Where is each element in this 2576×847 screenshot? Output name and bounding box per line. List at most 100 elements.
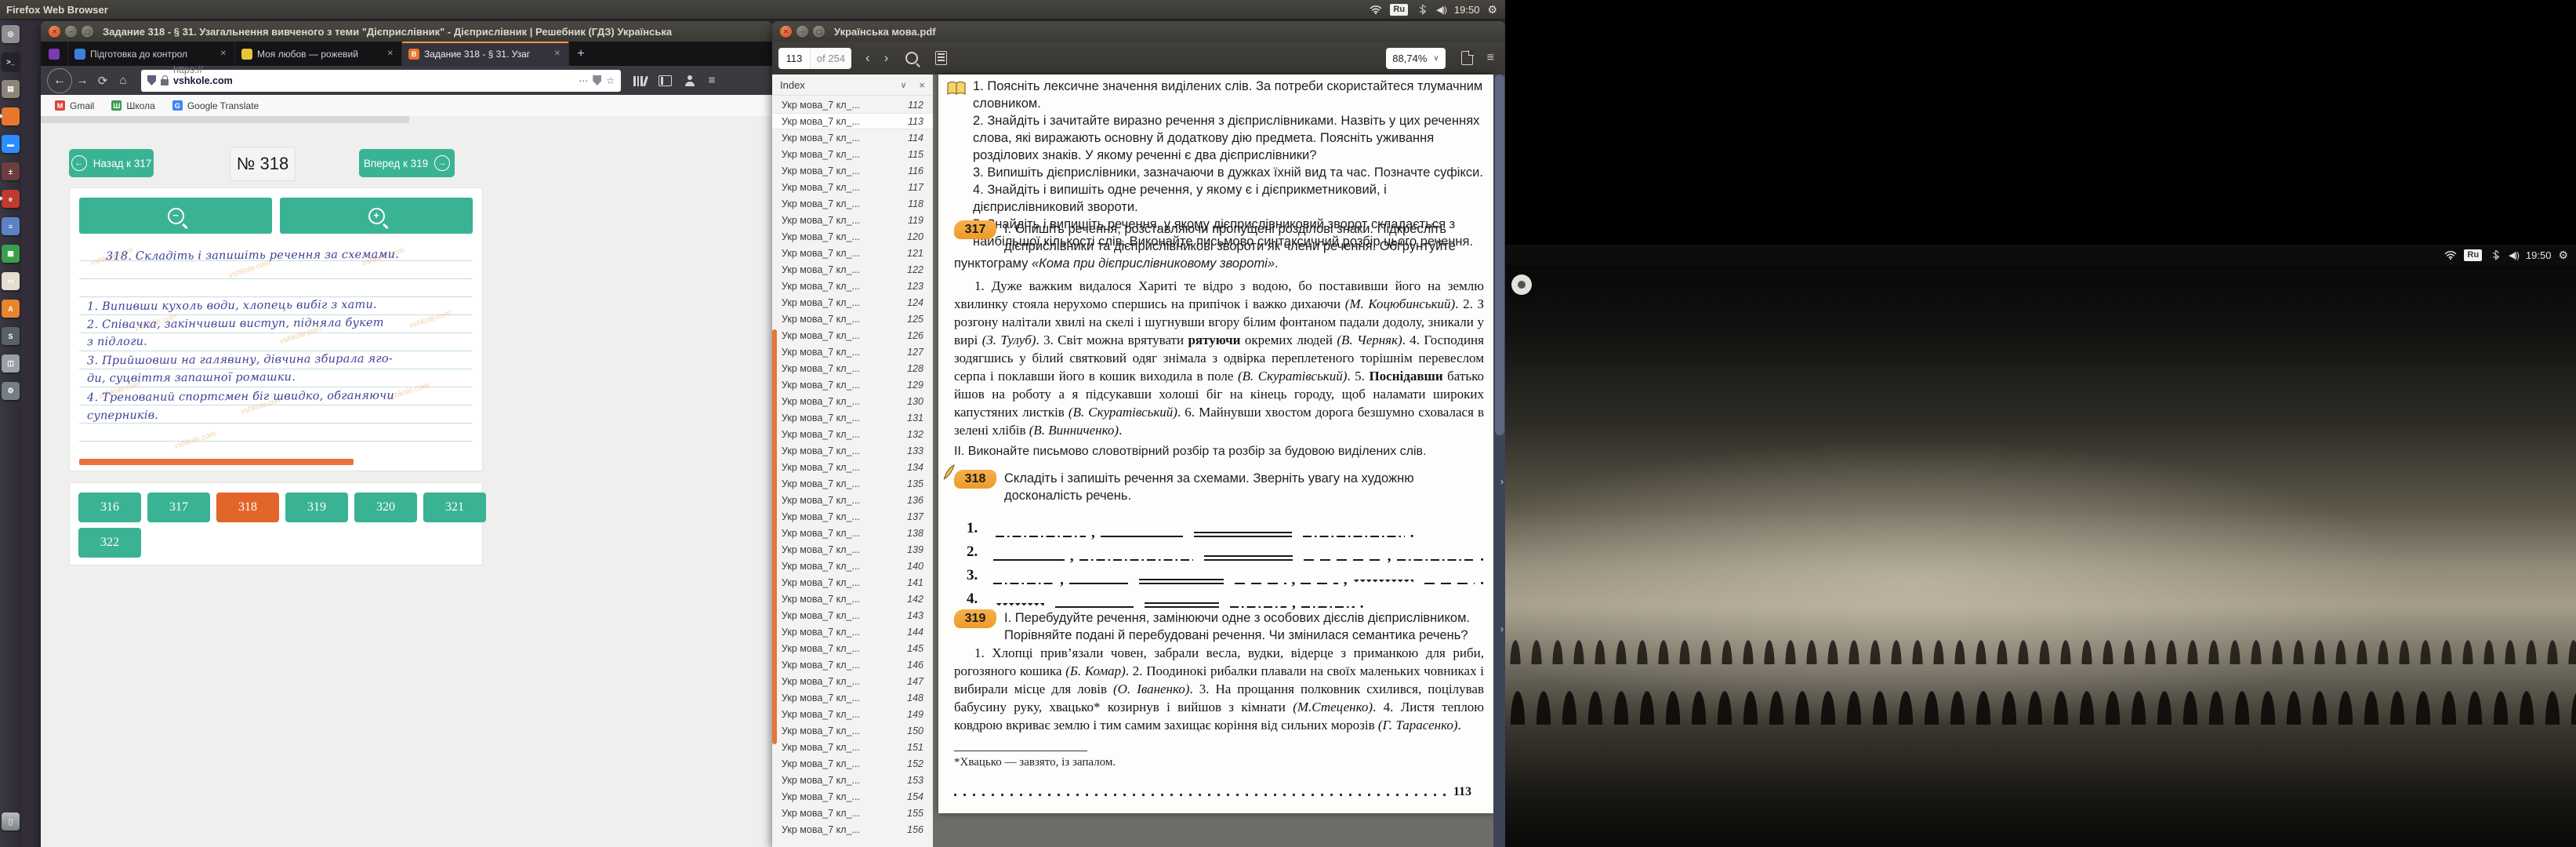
session-gear-icon[interactable]: ⚙ [1487,4,1497,15]
bookmark-item[interactable]: GGoogle Translate [172,100,259,111]
index-row[interactable]: Укр мова_7 кл_...127 [772,344,933,360]
task-page-button-320[interactable]: 320 [354,493,417,522]
sidebar-toggle-icon[interactable] [935,51,947,65]
index-row[interactable]: Укр мова_7 кл_...126 [772,327,933,344]
index-row[interactable]: Укр мова_7 кл_...154 [772,788,933,805]
presentation-doc-icon[interactable]: ▭ [2,272,20,290]
minimize-button[interactable]: – [796,26,808,38]
forward-icon[interactable]: → [72,74,93,87]
writer-doc-icon[interactable]: ≡ [2,217,20,235]
previous-page-icon[interactable]: ‹ [865,50,870,66]
index-row[interactable]: Укр мова_7 кл_...124 [772,294,933,311]
sidebar-toggle-icon[interactable] [659,75,672,86]
volume-icon[interactable]: ◀)) [2509,250,2519,260]
index-row[interactable]: Укр мова_7 кл_...134 [772,459,933,475]
index-row[interactable]: Укр мова_7 кл_...121 [772,245,933,261]
index-row[interactable]: Укр мова_7 кл_...118 [772,195,933,212]
task-page-button-316[interactable]: 316 [78,493,141,522]
index-row[interactable]: Укр мова_7 кл_...119 [772,212,933,228]
tweaks-icon[interactable]: ⚙ [2,382,20,400]
scroll-chevron-icon[interactable]: › [1500,476,1504,487]
menu-hamburger-icon[interactable]: ≡ [702,74,722,87]
prev-task-button[interactable]: ← Назад к 317 [69,149,154,177]
index-row[interactable]: Укр мова_7 кл_...129 [772,376,933,393]
index-row[interactable]: Укр мова_7 кл_...152 [772,755,933,772]
index-row[interactable]: Укр мова_7 кл_...144 [772,623,933,640]
volume-icon[interactable]: ◀)) [1436,5,1446,15]
firefox-titlebar[interactable]: ✕ – ▢ Задание 318 - § 31. Узагальнення в… [41,21,772,42]
sidebar-scrollbar[interactable] [772,329,777,744]
index-row[interactable]: Укр мова_7 кл_...147 [772,673,933,689]
maximize-button[interactable]: ▢ [813,26,825,38]
url-bar[interactable]: https://vshkole.com/7-klass/reshebniki/u… [141,70,621,92]
reload-icon[interactable]: ⟳ [93,74,113,88]
index-row[interactable]: Укр мова_7 кл_...151 [772,739,933,755]
document-viewer-icon[interactable]: e [2,190,20,208]
task-page-button-319[interactable]: 319 [285,493,348,522]
index-row[interactable]: Укр мова_7 кл_...125 [772,311,933,327]
index-row[interactable]: Укр мова_7 кл_...153 [772,772,933,788]
overflow-dots-icon[interactable]: ⋯ [579,75,588,86]
index-row[interactable]: Укр мова_7 кл_...128 [772,360,933,376]
index-row[interactable]: Укр мова_7 кл_...156 [772,821,933,838]
minimize-button[interactable]: – [65,26,77,38]
zoom-app-icon[interactable]: ▬ [2,135,20,153]
calculator-icon[interactable]: ± [2,162,20,180]
index-row[interactable]: Укр мова_7 кл_...136 [772,492,933,508]
index-row[interactable]: Укр мова_7 кл_...142 [772,591,933,607]
menu-hamburger-icon[interactable]: ≡ [1487,51,1494,65]
index-row[interactable]: Укр мова_7 кл_...132 [772,426,933,442]
image-progress-bar[interactable] [79,459,354,465]
chevron-down-icon[interactable]: ∨ [900,80,906,90]
pinned-tab[interactable] [41,42,68,66]
index-row[interactable]: Укр мова_7 кл_...150 [772,722,933,739]
index-row[interactable]: Укр мова_7 кл_...120 [772,228,933,245]
terminal-icon[interactable]: >_ [2,53,20,71]
index-row[interactable]: Укр мова_7 кл_...122 [772,261,933,278]
bluetooth-icon[interactable] [2489,249,2502,260]
index-row[interactable]: Укр мова_7 кл_...140 [772,558,933,574]
index-row[interactable]: Укр мова_7 кл_...138 [772,525,933,541]
task-page-button-322[interactable]: 322 [78,528,141,558]
index-row[interactable]: Укр мова_7 кл_...114 [772,129,933,146]
firefox-icon[interactable] [2,107,20,125]
index-row[interactable]: Укр мова_7 кл_...116 [772,162,933,179]
pdf-titlebar[interactable]: ✕ – ▢ Українська мова.pdf [772,21,1505,42]
maximize-button[interactable]: ▢ [82,26,93,38]
index-row[interactable]: Укр мова_7 кл_...146 [772,656,933,673]
wifi-icon[interactable] [2444,249,2457,260]
index-row[interactable]: Укр мова_7 кл_...148 [772,689,933,706]
bookmark-item[interactable]: ШШкола [111,100,154,111]
disks-icon[interactable]: ◫ [2,354,20,373]
bookmark-star-icon[interactable]: ☆ [606,75,615,86]
search-icon[interactable] [905,52,918,64]
index-row[interactable]: Укр мова_7 кл_...135 [772,475,933,492]
folder-orange-icon[interactable]: A [2,300,20,318]
index-row[interactable]: Укр мова_7 кл_...145 [772,640,933,656]
clock[interactable]: 19:50 [1454,4,1480,16]
close-button[interactable]: ✕ [780,26,792,38]
close-sidebar-icon[interactable]: × [919,79,925,91]
swirl-app-icon[interactable]: S [2,327,20,345]
index-row[interactable]: Укр мова_7 кл_...133 [772,442,933,459]
scrollbar-thumb[interactable] [1495,75,1504,435]
annotate-icon[interactable] [1461,51,1473,65]
permissions-shield-icon[interactable] [593,75,601,85]
index-row[interactable]: Укр мова_7 кл_...115 [772,146,933,162]
spreadsheet-icon[interactable]: ▦ [2,245,20,263]
files-icon[interactable]: ▤ [2,80,20,98]
tracking-shield-icon[interactable] [147,75,156,85]
index-row[interactable]: Укр мова_7 кл_...149 [772,706,933,722]
index-row[interactable]: Укр мова_7 кл_...139 [772,541,933,558]
task-page-button-321[interactable]: 321 [423,493,486,522]
index-row[interactable]: Укр мова_7 кл_...123 [772,278,933,294]
index-row[interactable]: Укр мова_7 кл_...130 [772,393,933,409]
library-icon[interactable] [633,75,646,86]
index-row[interactable]: Укр мова_7 кл_...131 [772,409,933,426]
session-gear-icon[interactable]: ⚙ [2558,249,2568,260]
bluetooth-icon[interactable] [1416,4,1428,15]
index-row[interactable]: Укр мова_7 кл_...117 [772,179,933,195]
index-row[interactable]: Укр мова_7 кл_...143 [772,607,933,623]
bookmark-item[interactable]: MGmail [55,100,94,111]
task-page-button-318[interactable]: 318 [216,493,279,522]
